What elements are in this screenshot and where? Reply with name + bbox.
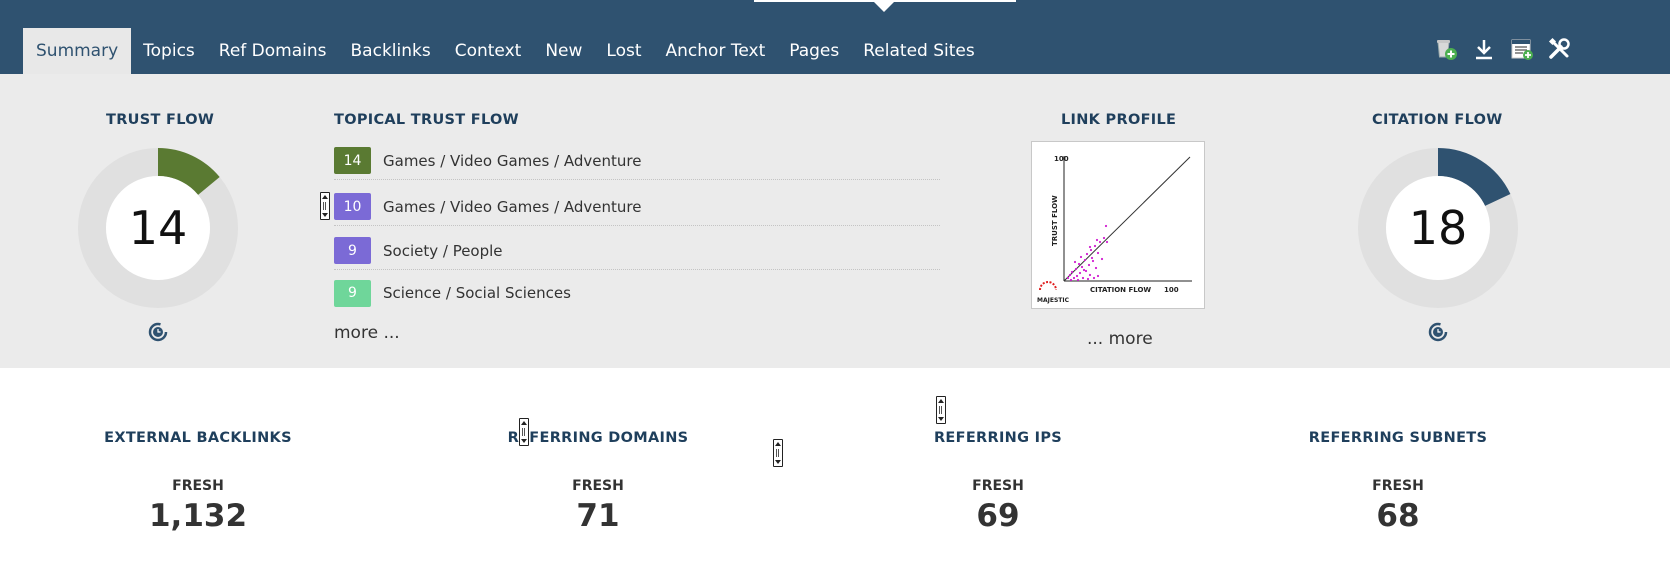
trust-flow-title: TRUST FLOW: [106, 112, 215, 128]
tab-context[interactable]: Context: [443, 28, 534, 74]
tab-anchor-text[interactable]: Anchor Text: [654, 28, 778, 74]
topic-row[interactable]: 9 Science / Social Sciences: [334, 274, 940, 312]
link-profile-more-link[interactable]: ... more: [1087, 329, 1153, 349]
trust-flow-gauge[interactable]: 14: [76, 146, 240, 310]
stat-title: REFERRING SUBNETS: [1308, 430, 1488, 446]
stat-title: EXTERNAL BACKLINKS: [104, 430, 292, 446]
stat-subtitle: FRESH: [572, 478, 624, 494]
topic-row[interactable]: 10 Games / Video Games / Adventure: [334, 188, 940, 226]
tab-topics[interactable]: Topics: [131, 28, 207, 74]
stat-value[interactable]: 68: [1248, 498, 1548, 534]
y-max-label: 100: [1054, 155, 1069, 163]
drag-handle[interactable]: [773, 439, 783, 467]
add-report-icon[interactable]: [1508, 36, 1536, 62]
citation-flow-gauge[interactable]: 18: [1356, 146, 1520, 310]
top-nav-bar: Summary Topics Ref Domains Backlinks Con…: [0, 0, 1670, 74]
y-axis-label: TRUST FLOW: [1051, 195, 1059, 246]
majestic-logo: MAJESTIC: [1037, 297, 1070, 304]
tools-icon[interactable]: [1546, 36, 1574, 62]
topical-trust-flow-title: TOPICAL TRUST FLOW: [334, 112, 519, 128]
topic-label: Games / Video Games / Adventure: [383, 151, 642, 170]
external-backlinks-stat: EXTERNAL BACKLINKS FRESH 1,132: [48, 430, 348, 534]
citation-flow-history-icon[interactable]: [1427, 321, 1449, 343]
tab-new[interactable]: New: [533, 28, 594, 74]
referring-domains-stat: REFERRING DOMAINS FRESH 71: [448, 430, 748, 534]
topic-score-badge: 9: [334, 279, 371, 307]
popover-pointer: [872, 0, 896, 12]
link-profile-title: LINK PROFILE: [1061, 112, 1177, 128]
link-profile-chart[interactable]: 100 100 CITATION FLOW TRUST FLOW MAJESTI…: [1031, 141, 1205, 309]
topic-label: Science / Social Sciences: [383, 284, 571, 302]
citation-flow-value: 18: [1408, 201, 1468, 255]
stat-title: REFERRING IPS: [933, 430, 1063, 446]
trust-flow-history-icon[interactable]: [147, 321, 169, 343]
trust-flow-value: 14: [128, 201, 188, 255]
drag-handle[interactable]: [320, 192, 330, 220]
x-max-label: 100: [1164, 286, 1179, 294]
tab-bar: Summary Topics Ref Domains Backlinks Con…: [23, 28, 987, 74]
topic-label: Games / Video Games / Adventure: [383, 197, 642, 216]
download-icon[interactable]: [1470, 36, 1498, 62]
stat-value[interactable]: 69: [848, 498, 1148, 534]
tab-summary[interactable]: Summary: [23, 28, 132, 74]
stat-subtitle: FRESH: [972, 478, 1024, 494]
drag-handle[interactable]: [519, 418, 529, 446]
tab-lost[interactable]: Lost: [594, 28, 653, 74]
topic-score-badge: 9: [334, 237, 371, 264]
stat-value[interactable]: 71: [448, 498, 748, 534]
x-axis-label: CITATION FLOW: [1090, 286, 1151, 294]
stat-value[interactable]: 1,132: [48, 498, 348, 534]
tab-ref-domains[interactable]: Ref Domains: [207, 28, 339, 74]
topic-score-badge: 14: [334, 147, 371, 174]
stat-subtitle: FRESH: [172, 478, 224, 494]
topic-label: Society / People: [383, 241, 503, 260]
citation-flow-title: CITATION FLOW: [1372, 112, 1503, 128]
tab-related-sites[interactable]: Related Sites: [851, 28, 986, 74]
topics-more-link[interactable]: more ...: [334, 323, 400, 343]
tab-backlinks[interactable]: Backlinks: [339, 28, 443, 74]
stat-title: REFERRING DOMAINS: [507, 430, 689, 446]
topic-row[interactable]: 14 Games / Video Games / Adventure: [334, 142, 940, 180]
referring-subnets-stat: REFERRING SUBNETS FRESH 68: [1248, 430, 1548, 534]
toolbar: [1432, 36, 1574, 62]
stat-subtitle: FRESH: [1372, 478, 1424, 494]
topic-row[interactable]: 9 Society / People: [334, 232, 940, 270]
add-to-bucket-icon[interactable]: [1432, 36, 1460, 62]
topic-score-badge: 10: [334, 193, 371, 220]
drag-handle[interactable]: [936, 396, 946, 424]
tab-pages[interactable]: Pages: [777, 28, 851, 74]
referring-ips-stat: REFERRING IPS FRESH 69: [848, 430, 1148, 534]
